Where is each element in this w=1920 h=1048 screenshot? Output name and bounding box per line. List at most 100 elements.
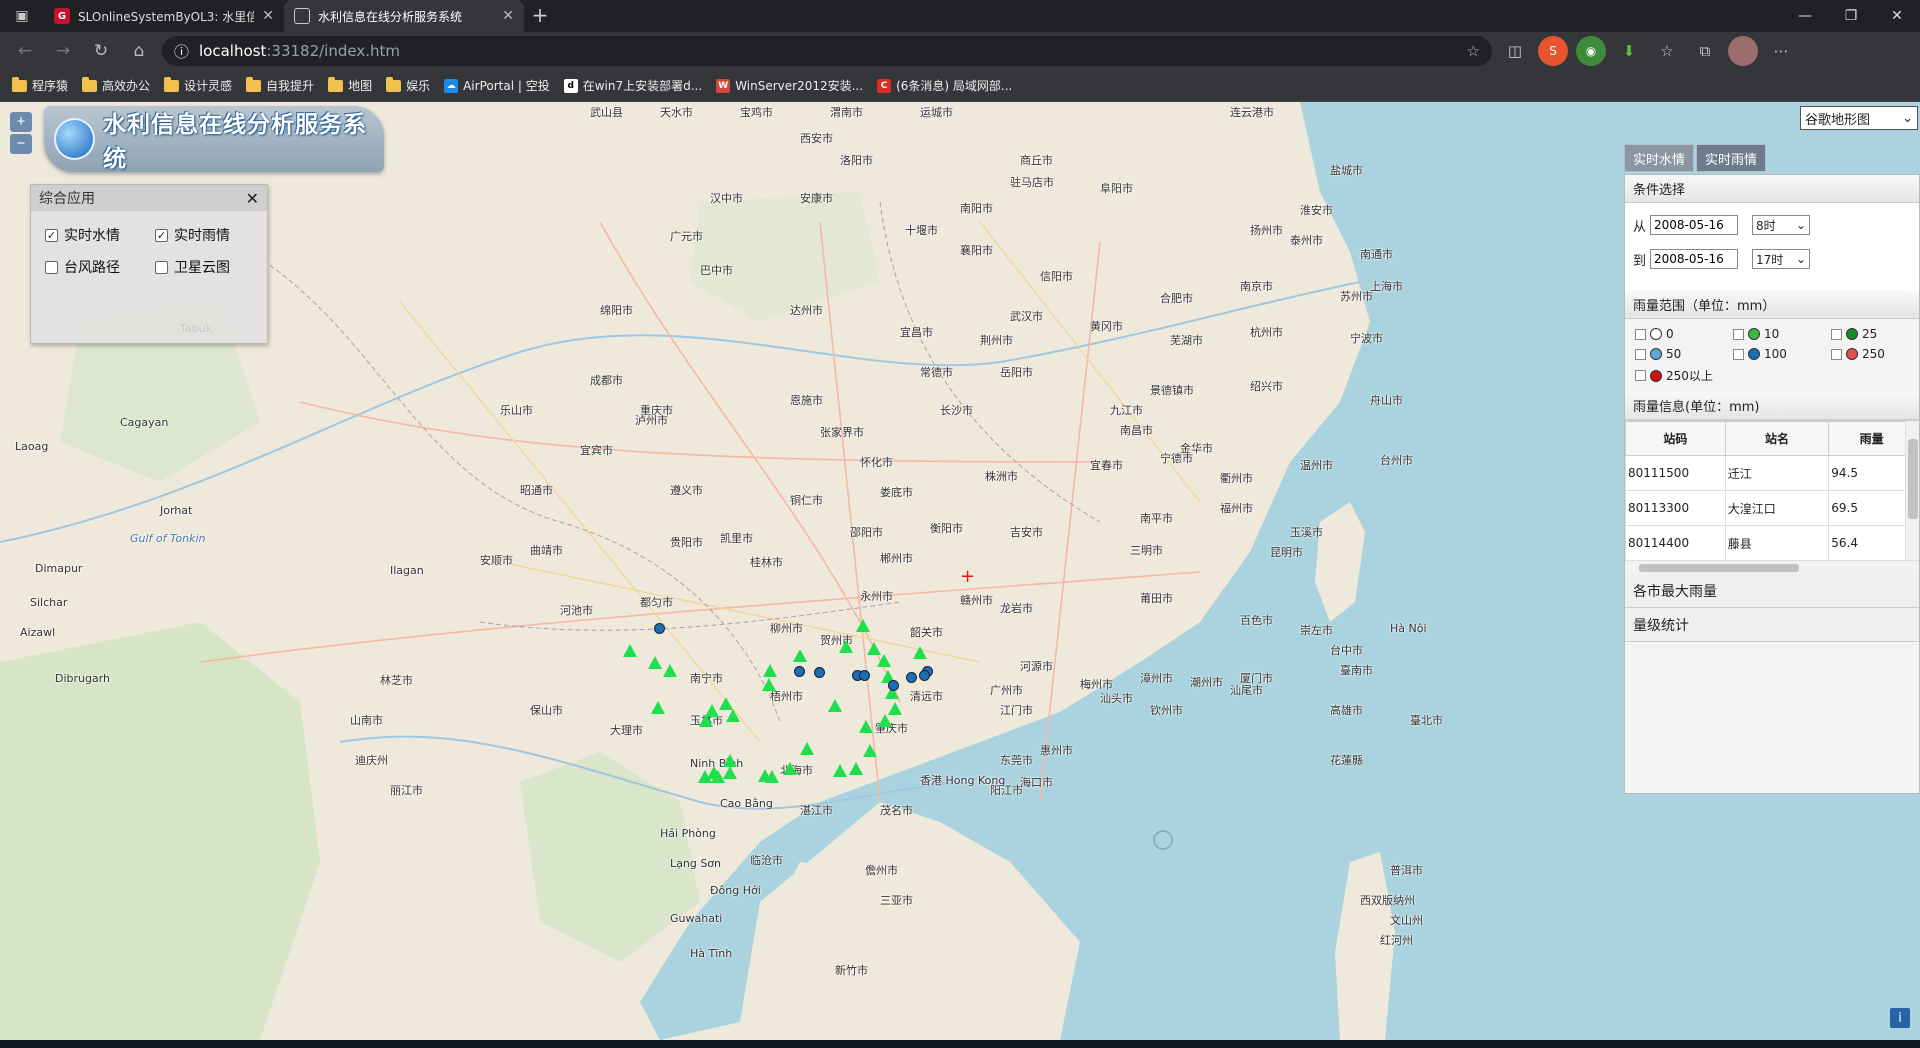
bookmark-link[interactable]: ☁ AirPortal | 空投 xyxy=(444,77,550,94)
range-option[interactable]: 25 xyxy=(1831,327,1920,341)
checkbox[interactable] xyxy=(1635,328,1646,340)
from-date-input[interactable] xyxy=(1650,215,1739,235)
rain-station-triangle-icon[interactable] xyxy=(849,762,863,775)
rain-station-triangle-icon[interactable] xyxy=(648,656,662,669)
vertical-scrollbar[interactable] xyxy=(1905,421,1919,560)
zoom-out-button[interactable]: − xyxy=(10,134,32,154)
close-tab-icon[interactable]: ✕ xyxy=(262,8,274,24)
option-typhoon-path[interactable]: 台风路径 xyxy=(45,257,155,277)
rain-station-triangle-icon[interactable] xyxy=(623,644,637,657)
rain-station-triangle-icon[interactable] xyxy=(723,766,737,779)
range-option[interactable]: 100 xyxy=(1733,347,1831,361)
checkbox[interactable]: ✓ xyxy=(155,228,168,242)
more-menu-icon[interactable]: ⋯ xyxy=(1766,36,1796,66)
translate-extension-icon[interactable]: ◉ xyxy=(1576,36,1606,66)
checkbox[interactable] xyxy=(1733,348,1744,360)
checkbox[interactable] xyxy=(1733,328,1744,340)
rain-station-triangle-icon[interactable] xyxy=(800,742,814,755)
checkbox[interactable] xyxy=(45,260,58,274)
url-bar[interactable]: ⓘ localhost:33182/index.htm ☆ xyxy=(162,36,1492,66)
bookmark-link[interactable]: C (6条消息) 局域网部... xyxy=(877,77,1012,94)
rain-station-circle-icon[interactable] xyxy=(814,667,825,678)
range-option[interactable]: 50 xyxy=(1635,347,1733,361)
tab-realtime-water[interactable]: 实时水情 xyxy=(1624,144,1695,172)
rain-station-circle-icon[interactable] xyxy=(919,670,930,681)
close-tab-icon[interactable]: ✕ xyxy=(502,8,514,24)
map-canvas[interactable]: 武山县 天水市 宝鸡市 渭南市 运城市 西安市 洛阳市 商丘市 连云港市 盐城市 汉中市 安康市 南阳市… xyxy=(0,102,1920,1040)
rain-station-triangle-icon[interactable] xyxy=(763,664,777,677)
bookmark-folder[interactable]: 自我提升 xyxy=(246,76,314,94)
rain-station-triangle-icon[interactable] xyxy=(707,766,721,779)
checkbox[interactable] xyxy=(1635,348,1646,360)
table-row[interactable]: 80114400 藤县 56.4 xyxy=(1625,525,1915,560)
bookmark-folder[interactable]: 地图 xyxy=(328,76,372,94)
range-option[interactable]: 250 xyxy=(1831,347,1920,361)
new-tab-icon[interactable]: + xyxy=(524,0,556,32)
option-realtime-rain[interactable]: ✓ 实时雨情 xyxy=(155,225,265,245)
city-max-rain-link[interactable]: 各市最大雨量 xyxy=(1625,574,1919,608)
rain-station-triangle-icon[interactable] xyxy=(828,699,842,712)
option-satellite-cloud[interactable]: 卫星云图 xyxy=(155,257,265,277)
close-icon[interactable]: ✕ xyxy=(246,189,259,208)
rain-station-circle-icon[interactable] xyxy=(859,670,870,681)
favorite-star-icon[interactable]: ☆ xyxy=(1467,42,1480,60)
rain-station-triangle-icon[interactable] xyxy=(877,654,891,667)
rain-station-triangle-icon[interactable] xyxy=(765,770,779,783)
checkbox[interactable]: ✓ xyxy=(45,228,58,242)
rain-station-triangle-icon[interactable] xyxy=(839,640,853,653)
minimize-icon[interactable]: — xyxy=(1782,0,1828,32)
rain-station-triangle-icon[interactable] xyxy=(793,649,807,662)
table-column-header[interactable]: 站名 xyxy=(1724,421,1830,456)
home-icon[interactable]: ⌂ xyxy=(124,36,154,66)
swift-extension-icon[interactable]: S xyxy=(1538,36,1568,66)
tab-realtime-rain[interactable]: 实时雨情 xyxy=(1696,144,1767,172)
window-menu-icon[interactable]: ▣ xyxy=(0,0,44,32)
reload-icon[interactable]: ↻ xyxy=(86,36,116,66)
to-hour-select[interactable]: 17时 ⌄ xyxy=(1752,249,1811,269)
rain-station-triangle-icon[interactable] xyxy=(878,714,892,727)
from-hour-select[interactable]: 8时 ⌄ xyxy=(1752,215,1811,235)
extension-icon[interactable]: ◫ xyxy=(1500,36,1530,66)
zoom-in-button[interactable]: + xyxy=(10,112,32,132)
rain-station-triangle-icon[interactable] xyxy=(856,619,870,632)
table-column-header[interactable]: 雨量 xyxy=(1828,421,1915,456)
avatar[interactable] xyxy=(1728,36,1758,66)
favorites-icon[interactable]: ☆ xyxy=(1652,36,1682,66)
option-realtime-water[interactable]: ✓ 实时水情 xyxy=(45,225,155,245)
bookmark-link[interactable]: W WinServer2012安装... xyxy=(716,77,863,94)
level-statistics-link[interactable]: 量级统计 xyxy=(1625,608,1919,642)
range-option[interactable]: 10 xyxy=(1733,327,1831,341)
info-icon[interactable]: ⓘ xyxy=(174,41,189,62)
rain-station-triangle-icon[interactable] xyxy=(663,664,677,677)
download-extension-icon[interactable]: ⬇ xyxy=(1614,36,1644,66)
close-window-icon[interactable]: ✕ xyxy=(1874,0,1920,32)
range-option[interactable]: 0 xyxy=(1635,327,1733,341)
bookmark-folder[interactable]: 高效办公 xyxy=(82,76,150,94)
rain-station-circle-icon[interactable] xyxy=(794,666,805,677)
rain-station-triangle-icon[interactable] xyxy=(859,720,873,733)
checkbox[interactable] xyxy=(1831,328,1842,340)
bookmark-folder[interactable]: 设计灵感 xyxy=(164,76,232,94)
forward-icon[interactable]: → xyxy=(48,36,78,66)
rain-station-triangle-icon[interactable] xyxy=(783,762,797,775)
rain-station-triangle-icon[interactable] xyxy=(863,744,877,757)
bookmark-link[interactable]: d 在win7上安装部署d... xyxy=(563,77,702,94)
to-date-input[interactable] xyxy=(1650,249,1739,269)
collections-icon[interactable]: ⧉ xyxy=(1690,36,1720,66)
rain-station-triangle-icon[interactable] xyxy=(762,678,776,691)
rain-station-triangle-icon[interactable] xyxy=(913,646,927,659)
basemap-select[interactable]: 谷歌地形图 ⌄ xyxy=(1800,106,1918,130)
bookmark-folder[interactable]: 程序猿 xyxy=(12,76,68,94)
table-column-header[interactable]: 站码 xyxy=(1625,421,1726,456)
map-info-icon[interactable]: i xyxy=(1890,1008,1910,1028)
bookmark-folder[interactable]: 娱乐 xyxy=(386,76,430,94)
checkbox[interactable] xyxy=(1831,348,1842,360)
table-row[interactable]: 80111500 迁江 94.5 xyxy=(1625,455,1915,491)
browser-tab-2[interactable]: 水利信息在线分析服务系统 ✕ xyxy=(284,0,524,32)
checkbox[interactable] xyxy=(155,260,168,274)
browser-tab-1[interactable]: G SLOnlineSystemByOL3: 水里信息 ✕ xyxy=(44,0,284,32)
rain-station-circle-icon[interactable] xyxy=(906,672,917,683)
rain-station-triangle-icon[interactable] xyxy=(651,701,665,714)
rain-station-triangle-icon[interactable] xyxy=(867,642,881,655)
rain-station-triangle-icon[interactable] xyxy=(833,764,847,777)
